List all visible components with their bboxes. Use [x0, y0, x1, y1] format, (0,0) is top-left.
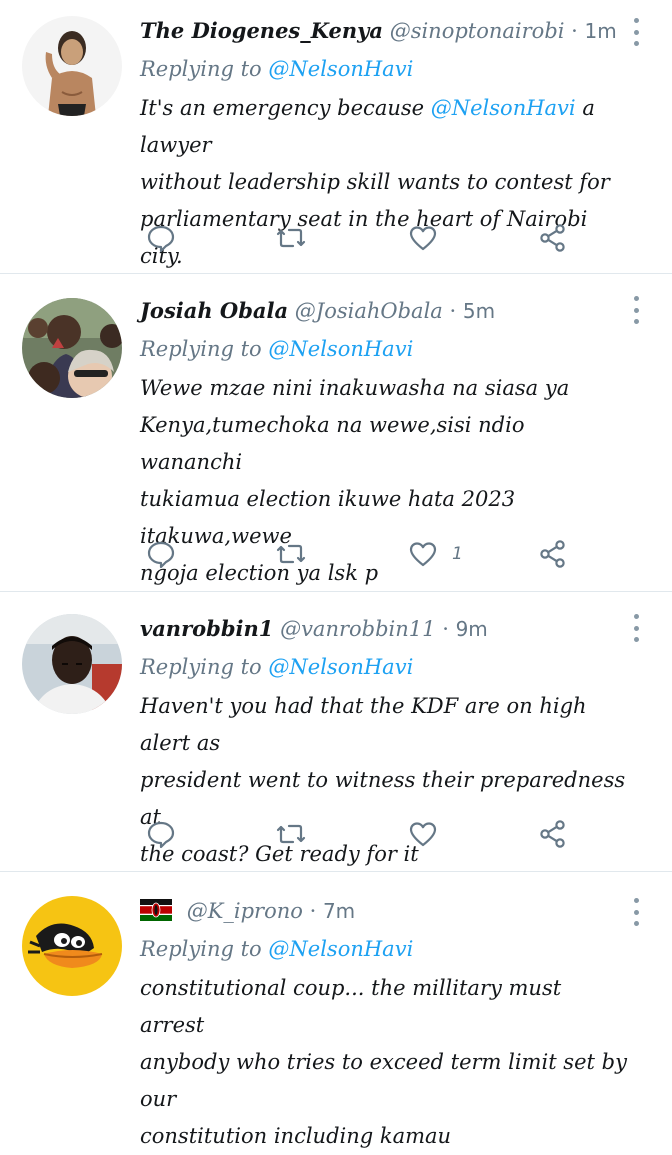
user-handle[interactable]: @JosiahObala [295, 299, 443, 323]
text-line: Haven't you had that the KDF are on high… [140, 694, 587, 755]
display-name[interactable]: vanrobbin1 [140, 616, 273, 641]
retweet-icon [276, 824, 306, 844]
replying-to: Replying to @NelsonHavi [140, 652, 632, 682]
separator: · [571, 19, 578, 43]
reply-button[interactable] [146, 218, 176, 258]
tweet-text: constitutional coup... the millitary mus… [140, 970, 632, 1155]
timestamp[interactable]: 5m [463, 299, 495, 323]
separator: · [449, 299, 457, 323]
timestamp[interactable]: 7m [323, 899, 355, 923]
reply-mention[interactable]: @NelsonHavi [268, 57, 413, 81]
user-handle[interactable]: @K_iprono [187, 899, 303, 923]
share-button[interactable] [538, 534, 568, 574]
avatar[interactable] [22, 298, 122, 398]
like-button[interactable] [408, 814, 452, 854]
text-line: constitution including kamau [140, 1124, 452, 1148]
text-line: anybody who tries to exceed term limit s… [140, 1050, 627, 1111]
speech-bubble-icon [147, 541, 175, 569]
avatar[interactable] [22, 614, 122, 714]
tweet-header: @K_iprono · 7m [140, 896, 632, 926]
replying-to: Replying to @NelsonHavi [140, 54, 632, 84]
text-line: It's an emergency because @NelsonHavi a … [140, 90, 632, 164]
text-line: without leadership skill wants to contes… [140, 170, 610, 194]
like-count: 1 [452, 544, 463, 564]
kenya-flag-icon [140, 899, 172, 921]
tweet[interactable]: vanrobbin1 @vanrobbin11 · 9m Replying to… [0, 592, 672, 872]
text-segment: It's an emergency because [140, 96, 431, 120]
share-button[interactable] [538, 814, 568, 854]
speech-bubble-icon [147, 225, 175, 253]
share-icon [540, 224, 565, 252]
share-icon [540, 540, 565, 568]
share-icon [540, 820, 565, 848]
display-name[interactable]: The Diogenes_Kenya [140, 18, 383, 43]
heart-icon [409, 542, 437, 567]
avatar[interactable] [22, 16, 122, 116]
separator: · [442, 617, 449, 641]
tweet[interactable]: @K_iprono · 7m Replying to @NelsonHavi c… [0, 872, 672, 1148]
avatar[interactable] [22, 896, 122, 996]
reply-mention[interactable]: @NelsonHavi [268, 937, 413, 961]
text-line: Wewe mzae nini inakuwasha na siasa ya [140, 376, 570, 400]
tweet[interactable]: Josiah Obala @JosiahObala · 5m Replying … [0, 274, 672, 592]
text-line: constitutional coup... the millitary mus… [140, 976, 562, 1037]
tweet-header: Josiah Obala @JosiahObala · 5m [140, 296, 632, 326]
speech-bubble-icon [147, 821, 175, 849]
tweet[interactable]: The Diogenes_Kenya @sinoptonairobi · 1m … [0, 0, 672, 274]
retweet-button[interactable] [276, 534, 306, 574]
like-button[interactable] [408, 218, 452, 258]
separator: · [309, 899, 317, 923]
reply-mention[interactable]: @NelsonHavi [268, 337, 413, 361]
reply-prefix: Replying to [140, 337, 262, 361]
reply-prefix: Replying to [140, 937, 262, 961]
action-bar [140, 814, 580, 854]
user-handle[interactable]: @sinoptonairobi [390, 19, 565, 43]
reply-button[interactable] [146, 534, 176, 574]
like-button[interactable]: 1 [408, 534, 463, 574]
retweet-button[interactable] [276, 814, 306, 854]
heart-icon [409, 822, 437, 847]
replying-to: Replying to @NelsonHavi [140, 934, 632, 964]
text-line: Kenya,tumechoka na wewe,sisi ndio wananc… [140, 413, 525, 474]
reply-mention[interactable]: @NelsonHavi [268, 655, 413, 679]
reply-feed: The Diogenes_Kenya @sinoptonairobi · 1m … [0, 0, 672, 1148]
tweet-header: The Diogenes_Kenya @sinoptonairobi · 1m [140, 16, 632, 46]
replying-to: Replying to @NelsonHavi [140, 334, 632, 364]
display-name[interactable]: Josiah Obala [140, 298, 288, 323]
action-bar: 1 [140, 534, 580, 574]
retweet-icon [276, 544, 306, 564]
user-handle[interactable]: @vanrobbin11 [280, 617, 435, 641]
reply-button[interactable] [146, 814, 176, 854]
retweet-button[interactable] [276, 218, 306, 258]
heart-icon [409, 226, 437, 251]
retweet-icon [276, 228, 306, 248]
timestamp[interactable]: 9m [456, 617, 488, 641]
reply-prefix: Replying to [140, 655, 262, 679]
tweet-header: vanrobbin1 @vanrobbin11 · 9m [140, 614, 632, 644]
action-bar [140, 218, 580, 258]
text-mention[interactable]: @NelsonHavi [431, 96, 576, 120]
timestamp[interactable]: 1m [585, 19, 617, 43]
reply-prefix: Replying to [140, 57, 262, 81]
share-button[interactable] [538, 218, 568, 258]
